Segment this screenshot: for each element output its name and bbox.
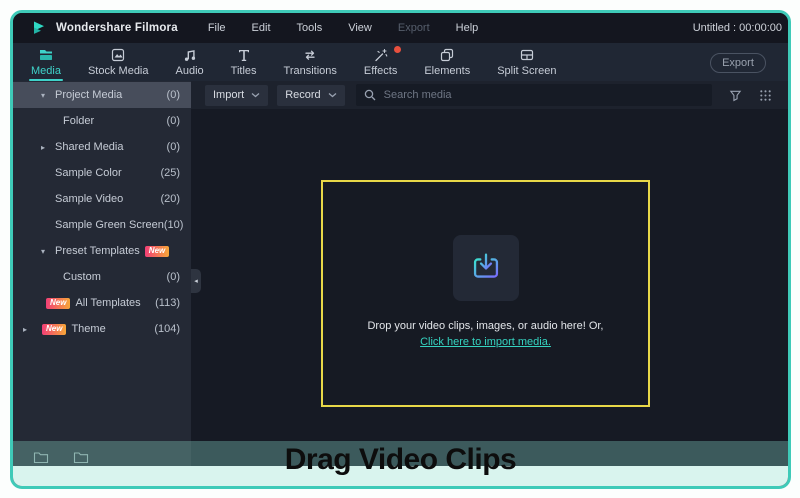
sidebar-item-label: Sample Video (55, 193, 124, 205)
menu-item-view[interactable]: View (348, 22, 372, 34)
sidebar-item-folder[interactable]: Folder (0) (13, 108, 191, 134)
chevron-down-icon[interactable]: ▾ (41, 247, 55, 256)
sidebar-item-all-templates[interactable]: New All Templates (113) (13, 290, 191, 316)
transitions-icon (302, 47, 318, 63)
sidebar-item-count: (113) (155, 297, 180, 309)
tab-split-screen[interactable]: Split Screen (497, 43, 557, 81)
sidebar-item-count: (0) (166, 89, 180, 101)
caption-overlay: Drag Video Clips (13, 441, 788, 486)
media-sidebar: ▾ Project Media (0) Folder (0) ▸ Shared Media(… (13, 81, 191, 486)
filmora-window: Wondershare Filmora File Edit Tools View Exp… (10, 10, 791, 489)
new-badge: New (144, 245, 170, 257)
grid-view-icon[interactable] (759, 89, 772, 102)
sidebar-collapse-handle[interactable]: ◂ (191, 269, 201, 293)
import-media-icon-box (452, 235, 519, 301)
sidebar-item-sample-green-screen[interactable]: Sample Green Screen (10) (13, 212, 191, 238)
export-button[interactable]: Export (710, 53, 766, 73)
caption-text: Drag Video Clips (284, 443, 517, 476)
sidebar-item-label: Shared Media (55, 141, 124, 153)
tab-audio[interactable]: Audio (176, 43, 204, 81)
download-icon (473, 253, 498, 278)
sidebar-item-count: (104) (154, 323, 180, 335)
tab-elements[interactable]: Elements (424, 43, 470, 81)
content-area: ▾ Project Media (0) Folder (0) ▸ Shared Media(… (13, 81, 788, 486)
filter-icon[interactable] (729, 89, 742, 102)
menu-item-tools[interactable]: Tools (297, 22, 323, 34)
project-title: Untitled : 00:00:00 (692, 22, 782, 34)
new-badge: New (42, 323, 67, 335)
sidebar-item-label: All Templates (75, 297, 141, 309)
stock-media-icon (110, 47, 126, 63)
chevron-down-icon (328, 92, 337, 98)
search-input[interactable] (383, 89, 704, 101)
import-media-link[interactable]: Click here to import media. (420, 336, 551, 348)
chevron-down-icon (251, 92, 260, 98)
sidebar-item-custom[interactable]: Custom (0) (13, 264, 191, 290)
tab-bar: Media Stock Media Audio Titles Transitio… (13, 43, 788, 81)
dropzone-hint-text: Drop your video clips, images, or audio … (367, 320, 604, 332)
tab-titles[interactable]: Titles (231, 43, 257, 81)
tab-media[interactable]: Media (29, 43, 63, 81)
menu-item-edit[interactable]: Edit (252, 22, 271, 34)
media-toolbar: Import Record (191, 81, 788, 109)
page-background: Wondershare Filmora File Edit Tools View Exp… (0, 0, 800, 498)
sidebar-item-label: Folder (63, 115, 95, 127)
effects-icon (373, 47, 389, 63)
notification-dot (394, 46, 402, 53)
elements-icon (439, 47, 455, 63)
tab-effects[interactable]: Effects (364, 43, 402, 81)
sidebar-item-theme[interactable]: ▸ New Theme (104) (13, 316, 191, 342)
search-box[interactable] (355, 84, 712, 106)
sidebar-item-label: Custom (63, 271, 101, 283)
sidebar-item-label: Sample Green Screen (55, 219, 164, 231)
sidebar-item-preset-templates[interactable]: ▾ Preset Templates New (13, 238, 191, 264)
sidebar-item-count: (10) (163, 219, 184, 231)
media-icon (38, 47, 54, 63)
sidebar-item-label: Theme (71, 323, 106, 335)
sidebar-item-shared-media[interactable]: ▸ Shared Media (0) (13, 134, 191, 160)
media-dropzone[interactable]: Drop your video clips, images, or audio … (321, 180, 650, 407)
sidebar-item-sample-color[interactable]: Sample Color (25) (13, 160, 191, 186)
titles-icon (236, 47, 252, 63)
chevron-down-icon[interactable]: ▾ (41, 91, 55, 100)
record-button[interactable]: Record (277, 84, 345, 106)
menu-item-export: Export (397, 22, 430, 34)
media-panel: Import Record Search media Drop your vid… (191, 81, 788, 486)
app-title: Wondershare Filmora (56, 22, 178, 34)
sidebar-item-count: (0) (166, 271, 180, 283)
sidebar-item-label: Sample Color (55, 167, 122, 179)
search-icon (364, 89, 376, 101)
filmora-logo-icon (34, 21, 44, 34)
sidebar-item-label: Preset Templates (55, 245, 140, 257)
menu-items: File Edit Tools View Export Help (208, 22, 478, 34)
new-badge: New (46, 297, 71, 309)
split-screen-icon (519, 47, 535, 63)
sidebar-item-count: (25) (160, 167, 180, 179)
sidebar-item-project-media[interactable]: ▾ Project Media (0) (13, 82, 191, 108)
import-button[interactable]: Import (205, 84, 269, 106)
menu-item-file[interactable]: File (208, 22, 226, 34)
menu-bar: Wondershare Filmora File Edit Tools View Exp… (13, 13, 788, 43)
tab-transitions[interactable]: Transitions (284, 43, 337, 81)
sidebar-item-label: Project Media (55, 89, 123, 101)
chevron-right-icon[interactable]: ▸ (41, 143, 55, 152)
sidebar-item-count: (0) (166, 141, 180, 153)
chevron-right-icon[interactable]: ▸ (23, 325, 37, 334)
menu-item-help[interactable]: Help (456, 22, 479, 34)
audio-icon (182, 47, 198, 63)
sidebar-item-count: (20) (160, 193, 180, 205)
sidebar-item-sample-video[interactable]: Sample Video (20) (13, 186, 191, 212)
tab-stock-media[interactable]: Stock Media (88, 43, 149, 81)
sidebar-item-count: (0) (166, 115, 180, 127)
